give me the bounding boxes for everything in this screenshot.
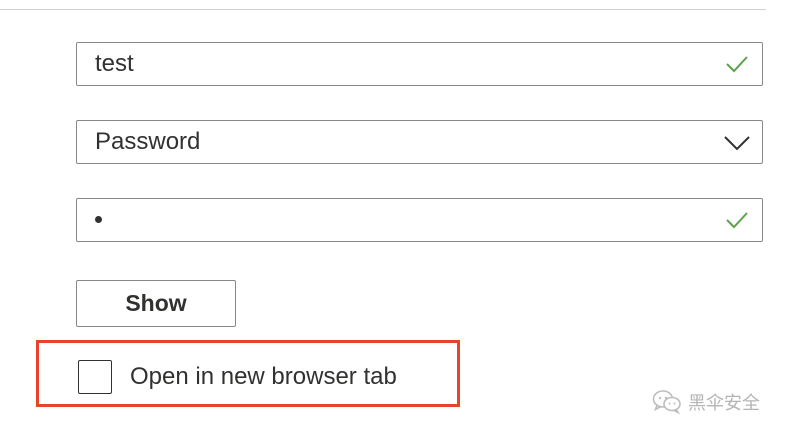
remote-login-form: test Password • Show Open in new brows	[0, 0, 794, 436]
auth-method-select[interactable]: Password	[76, 120, 763, 164]
open-new-tab-label: Open in new browser tab	[130, 363, 397, 390]
chevron-down-icon[interactable]	[724, 130, 750, 154]
watermark: 黑伞安全	[652, 388, 760, 416]
open-new-tab-checkbox[interactable]	[78, 360, 112, 394]
watermark-text: 黑伞安全	[688, 393, 760, 414]
username-field[interactable]: test	[76, 42, 763, 86]
username-value: test	[95, 50, 134, 77]
auth-method-value: Password	[95, 128, 201, 155]
password-field[interactable]: •	[76, 198, 763, 242]
checkmark-icon	[724, 208, 750, 232]
password-mask-dot	[95, 216, 102, 223]
show-password-button[interactable]: Show	[76, 280, 236, 327]
wechat-icon	[652, 389, 682, 415]
open-new-tab-checkbox-row[interactable]: Open in new browser tab	[78, 359, 397, 395]
checkmark-icon	[724, 52, 750, 76]
top-divider	[0, 9, 766, 10]
